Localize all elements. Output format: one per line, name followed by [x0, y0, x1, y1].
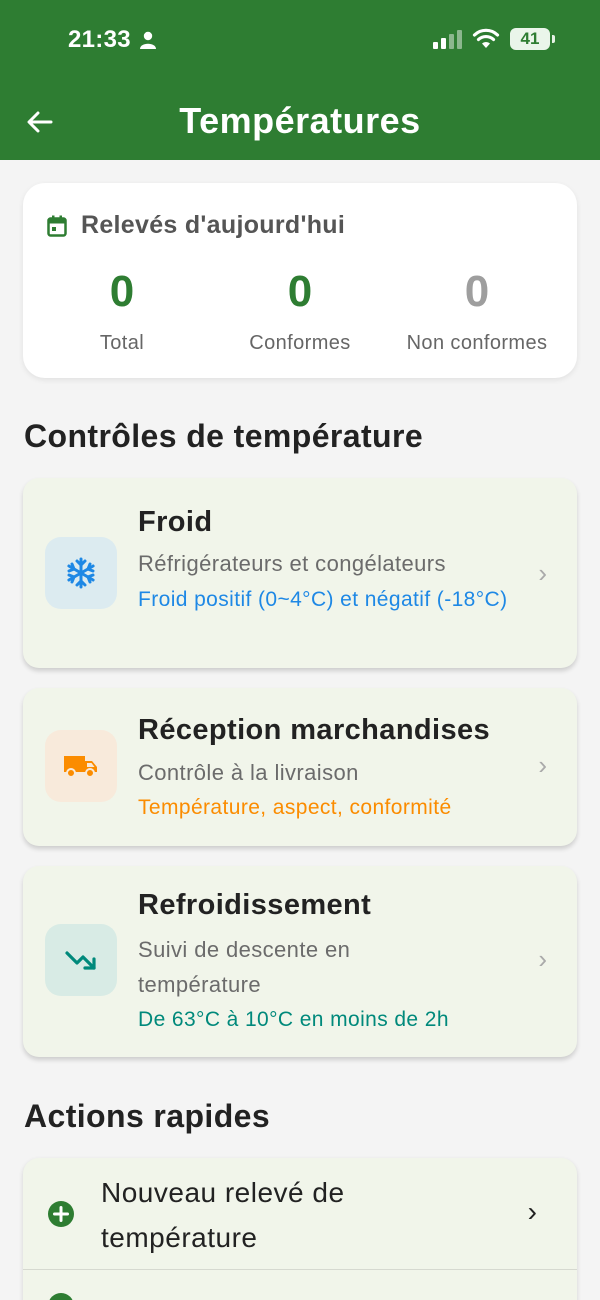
stat-total: 0 Total	[32, 268, 212, 355]
summary-heading: Relevés d'aujourd'hui	[81, 211, 346, 239]
card-subtitle: Contrôle à la livraison	[138, 760, 359, 785]
status-indicators: 41	[433, 28, 555, 50]
card-refroidissement[interactable]: Refroidissement Suivi de descente en tem…	[23, 866, 577, 1057]
stat-noncompliant-value: 0	[464, 267, 490, 316]
card-froid[interactable]: Froid Réfrigérateurs et congélateurs Fro…	[23, 478, 577, 668]
page-title: Températures	[179, 100, 421, 141]
card-icon-box	[45, 730, 117, 802]
card-icon-box	[45, 537, 117, 609]
app-bar: 21:33 41 Températures	[0, 0, 600, 160]
status-time: 21:33	[68, 26, 131, 53]
divider	[23, 1269, 577, 1270]
card-note: De 63°C à 10°C en moins de 2h	[138, 1008, 449, 1031]
card-reception[interactable]: Réception marchandises Contrôle à la liv…	[23, 688, 577, 846]
today-summary-card: Relevés d'aujourd'hui 0 Total 0 Conforme…	[23, 183, 577, 378]
truck-icon	[64, 756, 97, 778]
summary-header: Relevés d'aujourd'hui	[47, 211, 345, 240]
card-title: Froid	[138, 506, 213, 538]
card-subtitle: Réfrigérateurs et congélateurs	[138, 551, 446, 576]
action-label: Nouveau relevé de température	[101, 1177, 345, 1253]
stat-total-value: 0	[109, 267, 135, 316]
next-action-icon	[49, 1293, 73, 1300]
trending-down-icon	[65, 951, 96, 970]
card-subtitle: Suivi de descente en température	[138, 937, 351, 997]
section-title-quick-actions: Actions rapides	[24, 1098, 271, 1134]
stat-compliant-value: 0	[287, 267, 313, 316]
stat-compliant-label: Conformes	[249, 332, 351, 354]
snowflake-icon	[67, 557, 95, 589]
chevron-right-icon: ›	[538, 944, 547, 974]
chevron-right-icon: ›	[527, 1196, 537, 1227]
card-note: Température, aspect, conformité	[138, 796, 452, 819]
person-icon	[140, 31, 156, 49]
card-title: Refroidissement	[138, 889, 372, 921]
stat-total-label: Total	[99, 332, 145, 354]
chevron-right-icon: ›	[538, 558, 547, 588]
action-new-reading[interactable]: Nouveau relevé de température ›	[23, 1158, 577, 1300]
battery-indicator: 41	[510, 28, 555, 50]
chevron-right-icon: ›	[538, 750, 547, 780]
wifi-icon	[472, 28, 500, 48]
add-circle-icon	[48, 1201, 74, 1227]
stat-compliant: 0 Conformes	[210, 268, 390, 355]
signal-icon	[433, 29, 462, 49]
section-title-controls: Contrôles de température	[24, 418, 424, 454]
calendar-icon	[47, 215, 67, 237]
card-icon-box	[45, 924, 117, 996]
card-title: Réception marchandises	[138, 714, 491, 746]
stat-noncompliant-label: Non conformes	[406, 332, 548, 354]
card-note: Froid positif (0~4°C) et négatif (-18°C)	[138, 588, 508, 611]
stat-noncompliant: 0 Non conformes	[387, 268, 567, 355]
